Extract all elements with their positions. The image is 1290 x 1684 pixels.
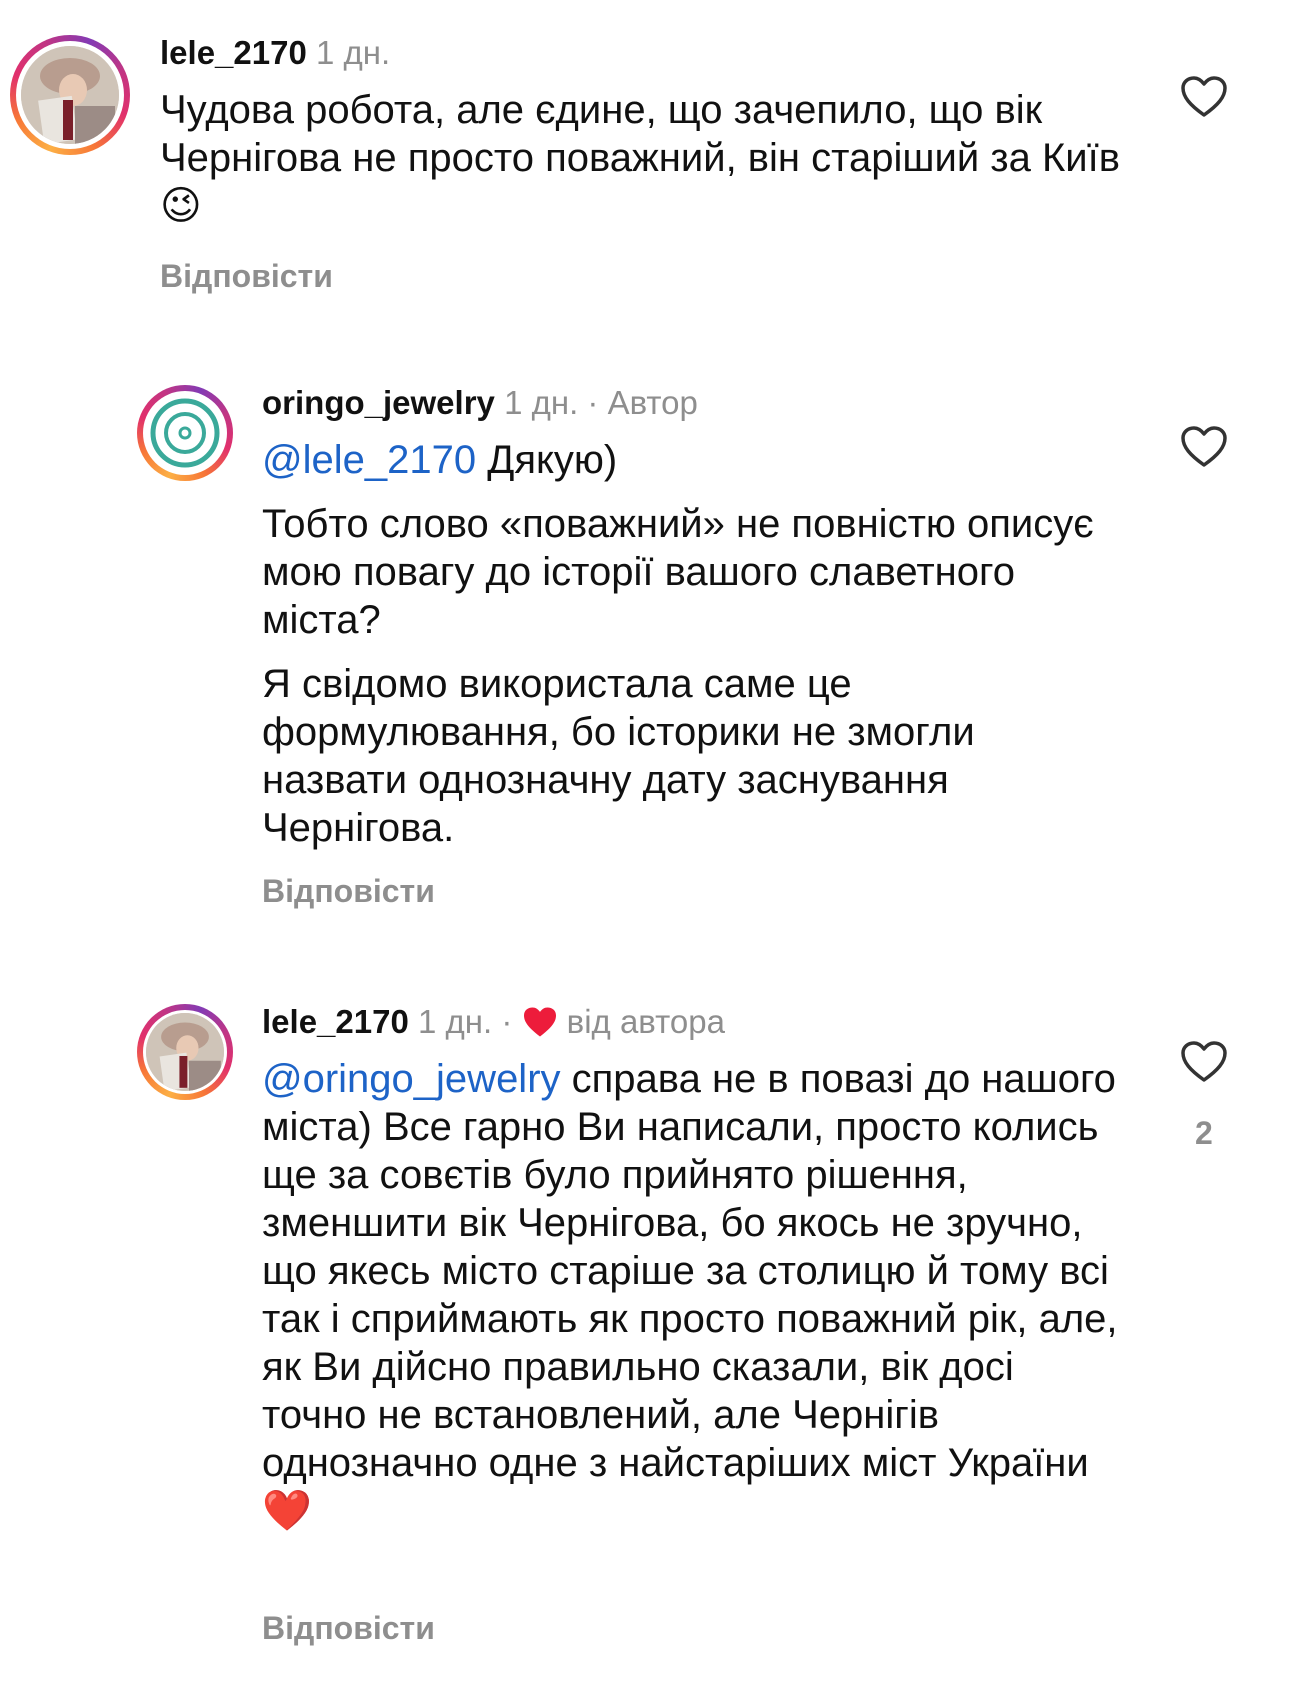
reply-button[interactable]: Відповісти — [262, 873, 435, 910]
comment-text: @lele_2170 Дякую) Тобто слово «поважний»… — [262, 436, 1112, 852]
comment-meta: lele_2170 1 дн. · від автора — [262, 1003, 725, 1041]
reply-button[interactable]: Відповісти — [160, 258, 333, 295]
author-badge: Автор — [607, 384, 698, 421]
comment-paragraph: Тобто слово «поважний» не повністю опису… — [262, 502, 1094, 642]
timestamp: 1 дн. — [417, 1003, 493, 1040]
avatar[interactable] — [10, 35, 130, 155]
wink-emoji: 😉 — [160, 184, 202, 228]
comment-text: Чудова робота, але єдине, що зачепило, щ… — [160, 88, 1120, 228]
username[interactable]: oringo_jewelry — [262, 384, 495, 421]
woman-with-book-photo — [146, 1013, 224, 1091]
timestamp: 1 дн. — [315, 34, 391, 71]
mention-link[interactable]: @oringo_jewelry — [262, 1057, 561, 1101]
concentric-circles-logo — [146, 394, 224, 472]
comment-text: @oringo_jewelry справа не в повазі до на… — [262, 1057, 1118, 1533]
comment-paragraph: Я свідомо використала саме це формулюван… — [262, 662, 975, 850]
username[interactable]: lele_2170 — [160, 34, 307, 71]
like-count: 2 — [1195, 1115, 1213, 1151]
separator: · — [501, 1003, 513, 1040]
reply-button[interactable]: Відповісти — [262, 1610, 435, 1647]
heart-outline-icon[interactable] — [1180, 75, 1228, 119]
username[interactable]: lele_2170 — [262, 1003, 409, 1040]
separator: · — [587, 384, 599, 421]
liked-by-author-label: від автора — [566, 1003, 725, 1040]
avatar[interactable] — [137, 385, 233, 481]
mention-link[interactable]: @lele_2170 — [262, 438, 476, 482]
comment-meta: oringo_jewelry 1 дн. · Автор — [262, 384, 698, 422]
woman-with-book-photo — [21, 46, 119, 144]
heart-outline-icon[interactable] — [1180, 1040, 1228, 1084]
avatar[interactable] — [137, 1004, 233, 1100]
timestamp: 1 дн. — [504, 384, 579, 421]
heart-filled-icon — [523, 1007, 556, 1037]
comment-meta: lele_2170 1 дн. — [160, 34, 390, 72]
heart-outline-icon[interactable] — [1180, 425, 1228, 469]
red-heart-emoji: ❤️ — [262, 1489, 312, 1533]
